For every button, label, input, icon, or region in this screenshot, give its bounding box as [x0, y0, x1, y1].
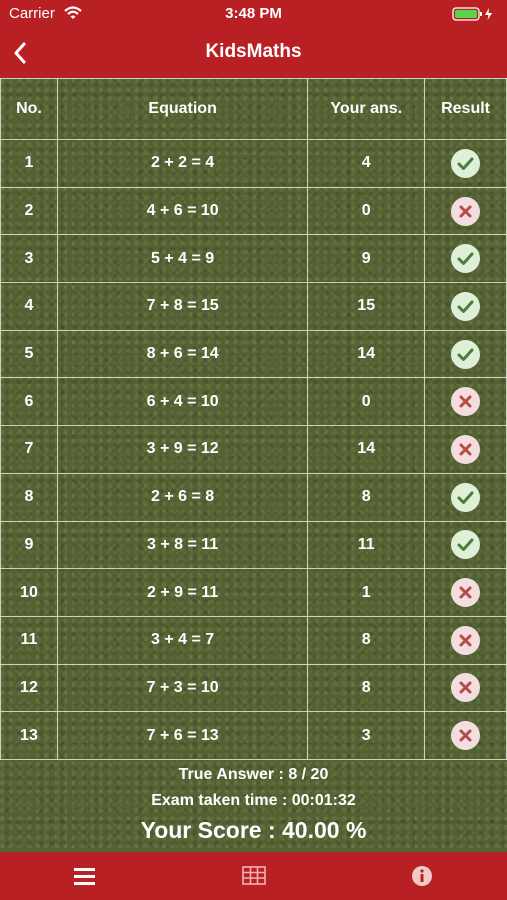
row-equation: 2 + 9 = 11	[56, 568, 309, 617]
row-equation: 6 + 4 = 10	[56, 377, 309, 427]
row-your-answer: 14	[307, 425, 426, 474]
row-number: 1	[0, 139, 58, 188]
row-result	[424, 711, 507, 760]
row-your-answer: 11	[307, 520, 426, 570]
row-equation: 2 + 2 = 4	[56, 139, 309, 188]
row-your-answer: 8	[307, 663, 426, 713]
row-number: 9	[0, 520, 58, 570]
row-equation: 3 + 9 = 12	[56, 425, 309, 474]
check-icon	[451, 148, 481, 178]
status-bar: Carrier 3:48 PM	[0, 0, 507, 28]
table-row: 24 + 6 = 10 0	[0, 186, 507, 236]
info-icon[interactable]	[409, 864, 435, 888]
row-result	[424, 329, 507, 379]
table-row: 58 + 6 = 14 14	[0, 329, 507, 379]
row-result	[424, 615, 507, 665]
table-row: 12 + 2 = 44	[0, 139, 507, 188]
table-row: 13 7 + 6 = 13 3	[0, 711, 507, 760]
results-board: No. Equation Your ans. Result 12 + 2 = 4…	[0, 78, 507, 852]
row-your-answer: 0	[307, 186, 426, 236]
row-your-answer: 4	[307, 139, 426, 188]
table-row: 66 + 4 = 10 0	[0, 377, 507, 427]
row-number: 13	[0, 711, 58, 760]
row-equation: 8 + 6 = 14	[56, 329, 309, 379]
row-number: 5	[0, 329, 58, 379]
check-icon	[451, 530, 481, 560]
row-your-answer: 8	[307, 472, 426, 522]
status-time: 3:48 PM	[225, 5, 282, 22]
header-no: No.	[0, 78, 58, 140]
row-equation: 7 + 6 = 13	[56, 711, 309, 760]
table-grid-icon[interactable]	[241, 864, 267, 888]
table-row: 82 + 6 = 88	[0, 472, 507, 522]
table-row: 11 3 + 4 = 78	[0, 615, 507, 665]
cross-icon	[451, 673, 481, 703]
row-result	[424, 663, 507, 713]
page-title: KidsMaths	[205, 41, 302, 62]
row-number: 2	[0, 186, 58, 236]
row-equation: 7 + 8 = 15	[56, 282, 309, 331]
tab-bar	[0, 852, 507, 900]
results-table: No. Equation Your ans. Result 12 + 2 = 4…	[0, 78, 507, 760]
table-row: 10 2 + 9 = 11 1	[0, 568, 507, 617]
row-result	[424, 568, 507, 617]
nav-bar: KidsMaths	[0, 28, 507, 78]
cross-icon	[451, 196, 481, 226]
row-result	[424, 425, 507, 474]
table-header-row: No. Equation Your ans. Result	[0, 78, 507, 140]
row-number: 4	[0, 282, 58, 331]
check-icon	[451, 291, 481, 321]
row-equation: 3 + 4 = 7	[56, 615, 309, 665]
summary: True Answer : 8 / 20 Exam taken time : 0…	[0, 766, 507, 844]
table-row: 35 + 4 = 99	[0, 234, 507, 284]
check-icon	[451, 482, 481, 512]
cross-icon	[451, 387, 481, 417]
table-row: 73 + 9 = 12 14	[0, 425, 507, 474]
row-number: 3	[0, 234, 58, 284]
row-number: 6	[0, 377, 58, 427]
row-your-answer: 3	[307, 711, 426, 760]
row-result	[424, 186, 507, 236]
battery-icon	[452, 7, 497, 25]
exam-time-text: Exam taken time : 00:01:32	[151, 792, 356, 809]
table-row: 47 + 8 = 15 15	[0, 282, 507, 331]
header-your-answer: Your ans.	[307, 78, 426, 140]
cross-icon	[451, 721, 481, 751]
row-result	[424, 139, 507, 188]
row-your-answer: 14	[307, 329, 426, 379]
cross-icon	[451, 625, 481, 655]
row-your-answer: 1	[307, 568, 426, 617]
table-row: 93 + 8 = 11 11	[0, 520, 507, 570]
row-equation: 5 + 4 = 9	[56, 234, 309, 284]
row-number: 10	[0, 568, 58, 617]
row-equation: 7 + 3 = 10	[56, 663, 309, 713]
row-result	[424, 377, 507, 427]
row-number: 7	[0, 425, 58, 474]
menu-icon[interactable]	[72, 864, 98, 888]
table-row: 12 7 + 3 = 10 8	[0, 663, 507, 713]
row-number: 8	[0, 472, 58, 522]
row-result	[424, 282, 507, 331]
header-equation: Equation	[56, 78, 309, 140]
row-equation: 4 + 6 = 10	[56, 186, 309, 236]
row-result	[424, 234, 507, 284]
cross-icon	[451, 434, 481, 464]
cross-icon	[451, 578, 481, 608]
row-equation: 2 + 6 = 8	[56, 472, 309, 522]
check-icon	[451, 339, 481, 369]
row-your-answer: 9	[307, 234, 426, 284]
check-icon	[451, 244, 481, 274]
score-text: Your Score : 40.00 %	[140, 817, 367, 843]
row-equation: 3 + 8 = 11	[56, 520, 309, 570]
row-result	[424, 472, 507, 522]
row-your-answer: 0	[307, 377, 426, 427]
header-result: Result	[424, 78, 507, 140]
row-result	[424, 520, 507, 570]
row-number: 12	[0, 663, 58, 713]
row-number: 11	[0, 615, 58, 665]
row-your-answer: 8	[307, 615, 426, 665]
row-your-answer: 15	[307, 282, 426, 331]
true-answer-text: True Answer : 8 / 20	[178, 766, 329, 783]
